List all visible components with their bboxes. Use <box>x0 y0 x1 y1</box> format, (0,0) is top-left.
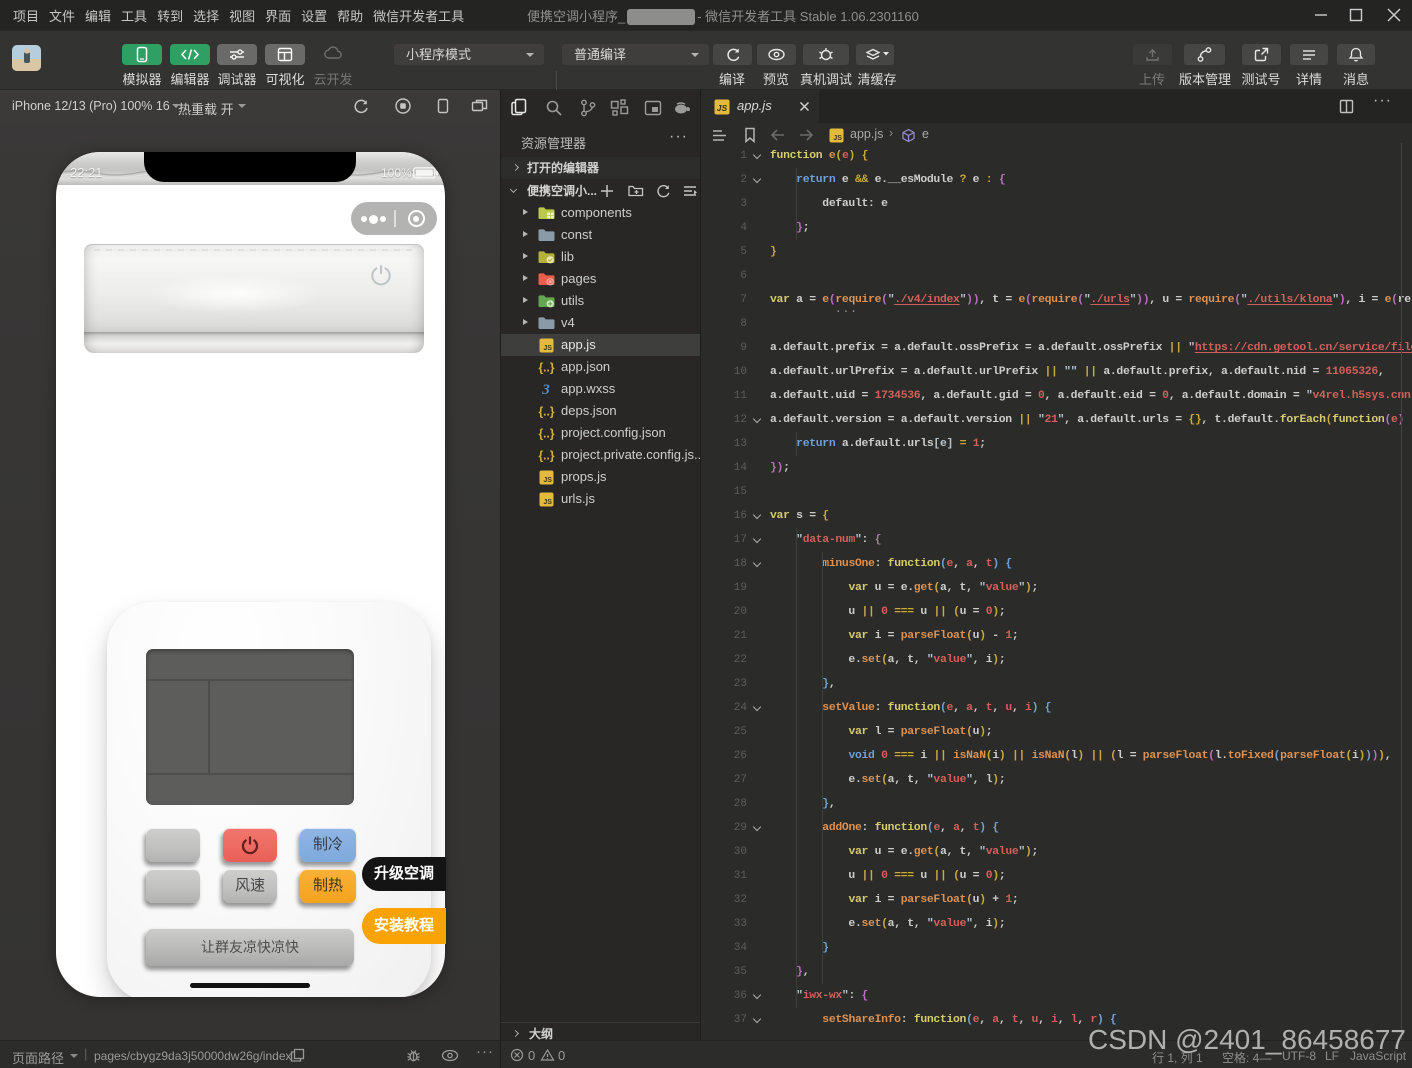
svg-text:{..}: {..} <box>538 449 554 463</box>
svg-text:JS: JS <box>543 477 552 484</box>
svg-text:JS: JS <box>543 499 552 506</box>
svg-text:3: 3 <box>541 382 550 397</box>
svg-text:{..}: {..} <box>538 361 554 375</box>
svg-text:{..}: {..} <box>538 427 554 441</box>
svg-text:{..}: {..} <box>538 405 554 419</box>
svg-text:JS: JS <box>543 345 552 352</box>
